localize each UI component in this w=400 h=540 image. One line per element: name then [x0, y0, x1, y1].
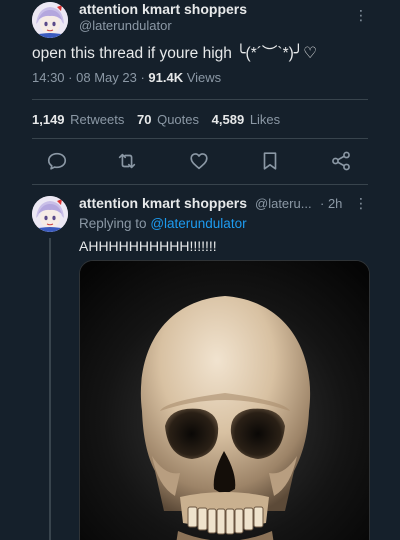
retweet-button[interactable]: [116, 150, 138, 172]
replying-to-link[interactable]: @laterundulator: [150, 216, 246, 231]
reply-text: AHHHHHHHHHH!!!!!!!: [79, 238, 217, 254]
tweet-text: open this thread if youre high ╰(*´︶`*)╯…: [32, 45, 317, 62]
more-options-icon[interactable]: ⋮: [354, 7, 368, 23]
author-handle[interactable]: @laterundulator: [79, 18, 172, 33]
retweet-icon: [118, 153, 136, 169]
thread-line: [49, 238, 51, 540]
views-label: Views: [186, 70, 222, 85]
retweets-stat[interactable]: 1,149 Retweets: [32, 112, 128, 127]
heart-icon: [190, 153, 208, 170]
tweet-thread-page: attention kmart shoppers @laterundulator…: [0, 0, 400, 540]
speech-bubble-icon: [47, 152, 67, 170]
reply-media-image[interactable]: [79, 260, 370, 540]
views-count: 91.4K: [148, 70, 184, 85]
like-button[interactable]: [188, 150, 210, 172]
divider: [32, 138, 368, 139]
divider: [32, 184, 368, 185]
reply-more-options-icon[interactable]: ⋮: [354, 195, 368, 211]
reply-author-display-name[interactable]: attention kmart shoppers: [79, 195, 247, 211]
quotes-stat[interactable]: 70 Quotes: [137, 112, 203, 127]
bookmark-icon: [263, 152, 277, 170]
reply-author-avatar[interactable]: [32, 196, 68, 232]
reply-button[interactable]: [46, 150, 68, 172]
reply-author-handle[interactable]: @lateru...: [255, 196, 312, 211]
author-display-name[interactable]: attention kmart shoppers: [79, 1, 247, 17]
skull-photo: [80, 261, 369, 540]
likes-stat[interactable]: 4,589 Likes: [212, 112, 281, 127]
author-avatar[interactable]: [32, 2, 68, 38]
bookmark-button[interactable]: [259, 150, 281, 172]
tweet-date[interactable]: 08 May 23: [76, 70, 137, 85]
reply-timestamp[interactable]: · 2h: [320, 196, 342, 211]
engagement-stats: 1,149 Retweets 70 Quotes 4,589 Likes: [32, 112, 289, 127]
divider: [32, 99, 368, 100]
share-button[interactable]: [330, 150, 352, 172]
tweet-time[interactable]: 14:30: [32, 70, 65, 85]
replying-to: Replying to @laterundulator: [79, 216, 247, 231]
share-icon: [332, 151, 350, 171]
tweet-meta: 14:30 · 08 May 23 · 91.4K Views: [32, 70, 222, 85]
